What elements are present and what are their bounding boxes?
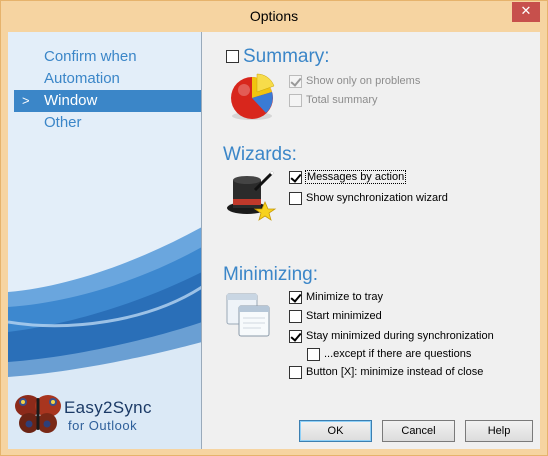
- cancel-button[interactable]: Cancel: [382, 420, 455, 442]
- brand-subtitle: for Outlook: [68, 418, 138, 433]
- stay-minimized-option[interactable]: Stay minimized during synchronization: [289, 328, 494, 344]
- except-questions-option[interactable]: ...except if there are questions: [307, 346, 471, 362]
- butterfly-icon: [15, 395, 61, 433]
- sidebar-item-label: Other: [44, 114, 82, 131]
- sidebar-item-label: Window: [44, 92, 98, 109]
- start-minimized-checkbox[interactable]: [289, 309, 302, 323]
- sidebar-item-label: Automation: [44, 70, 120, 87]
- sidebar-item-label: Confirm when: [44, 48, 137, 65]
- sidebar-item-window[interactable]: > Window: [14, 90, 201, 112]
- show-synchronization-wizard-checkbox[interactable]: [289, 191, 302, 205]
- dialog-client-area: Confirm when Automation > Window Other E…: [8, 32, 540, 449]
- minimizing-section-title: Minimizing:: [223, 264, 319, 285]
- selected-arrow-icon: >: [22, 93, 30, 108]
- messages-by-action-option[interactable]: Messages by action: [289, 169, 407, 185]
- sidebar-item-confirm-when[interactable]: Confirm when: [14, 46, 201, 68]
- sidebar-item-other[interactable]: Other: [14, 112, 201, 134]
- close-button[interactable]: ✕: [512, 2, 540, 22]
- sidebar-item-automation[interactable]: Automation: [14, 68, 201, 90]
- help-button[interactable]: Help: [465, 420, 533, 442]
- option-label: Total summary: [306, 94, 378, 106]
- messages-by-action-checkbox[interactable]: [289, 170, 302, 184]
- option-label: Minimize to tray: [306, 291, 384, 303]
- total-summary-checkbox[interactable]: [289, 93, 302, 107]
- brand-logo: Easy2Sync for Outlook: [14, 390, 194, 440]
- magic-hat-icon: [227, 170, 277, 221]
- option-label: ...except if there are questions: [324, 348, 472, 360]
- option-label: Stay minimized during synchronization: [306, 330, 494, 342]
- option-label: Start minimized: [306, 310, 382, 322]
- windows-stack-icon: [226, 293, 270, 337]
- title-bar[interactable]: Options ✕: [1, 1, 547, 32]
- show-only-on-problems-option[interactable]: Show only on problems: [289, 73, 420, 89]
- minimize-to-tray-checkbox[interactable]: [289, 290, 302, 304]
- summary-enable-checkbox[interactable]: [226, 50, 239, 63]
- ok-button[interactable]: OK: [299, 420, 372, 442]
- options-content: Summary: Show only on problems Total sum…: [203, 32, 540, 449]
- option-label: Show only on problems: [306, 75, 421, 87]
- show-synchronization-wizard-option[interactable]: Show synchronization wizard: [289, 190, 448, 206]
- option-label: Messages by action: [304, 170, 407, 184]
- pie-chart-icon: [231, 73, 275, 120]
- sidebar: Confirm when Automation > Window Other E…: [8, 32, 202, 449]
- brand-name: Easy2Sync: [64, 398, 152, 417]
- except-questions-checkbox[interactable]: [307, 347, 320, 361]
- option-label: Show synchronization wizard: [306, 192, 448, 204]
- wizards-section-title: Wizards:: [223, 144, 297, 165]
- minimize-to-tray-option[interactable]: Minimize to tray: [289, 289, 383, 305]
- total-summary-option[interactable]: Total summary: [289, 92, 378, 108]
- options-window: Options ✕ Confirm when Automation > Wind…: [0, 0, 548, 456]
- button-x-minimize-checkbox[interactable]: [289, 365, 302, 379]
- button-x-minimize-option[interactable]: Button [X]: minimize instead of close: [289, 364, 483, 380]
- option-label: Button [X]: minimize instead of close: [306, 366, 484, 378]
- start-minimized-option[interactable]: Start minimized: [289, 308, 382, 324]
- show-only-on-problems-checkbox[interactable]: [289, 74, 302, 88]
- summary-section-title: Summary:: [243, 46, 330, 67]
- stay-minimized-checkbox[interactable]: [289, 329, 302, 343]
- sidebar-nav: Confirm when Automation > Window Other: [14, 46, 201, 134]
- window-title: Options: [249, 8, 299, 24]
